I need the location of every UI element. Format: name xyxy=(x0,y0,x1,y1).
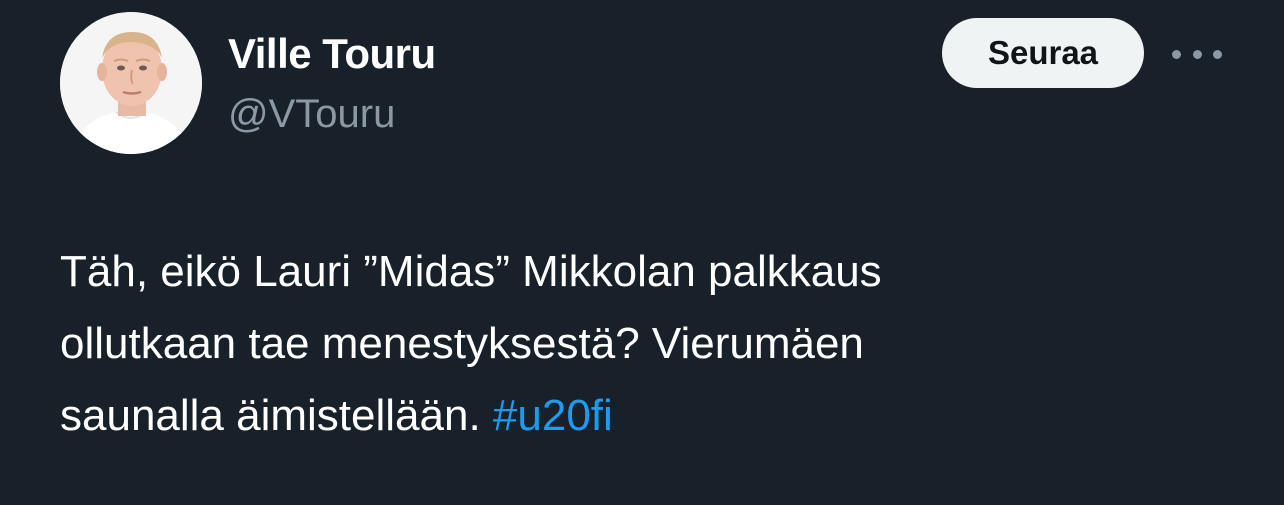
more-horizontal-icon[interactable] xyxy=(1172,42,1222,66)
tweet-text-line: ollutkaan tae menestyksestä? Vierumäen xyxy=(60,319,864,368)
avatar[interactable] xyxy=(60,12,202,154)
user-handle[interactable]: @VTouru xyxy=(228,92,395,137)
tweet-card: Ville Touru @VTouru Seuraa Täh, eikö Lau… xyxy=(0,0,1284,505)
hashtag-link[interactable]: #u20fi xyxy=(493,391,613,440)
more-dot xyxy=(1213,49,1222,59)
tweet-text-line-content: saunalla äimistellään. xyxy=(60,391,481,440)
more-dot xyxy=(1172,49,1181,59)
tweet-text-line-last: saunalla äimistellään. #u20fi xyxy=(60,380,1220,452)
tweet-text: Täh, eikö Lauri ”Midas” Mikkolan palkkau… xyxy=(60,236,1220,452)
display-name[interactable]: Ville Touru xyxy=(228,30,436,78)
more-dot xyxy=(1192,49,1202,59)
follow-button[interactable]: Seuraa xyxy=(942,18,1144,88)
tweet-text-line: Täh, eikö Lauri ”Midas” Mikkolan palkkau… xyxy=(60,247,882,296)
profile-photo-icon xyxy=(60,12,202,154)
